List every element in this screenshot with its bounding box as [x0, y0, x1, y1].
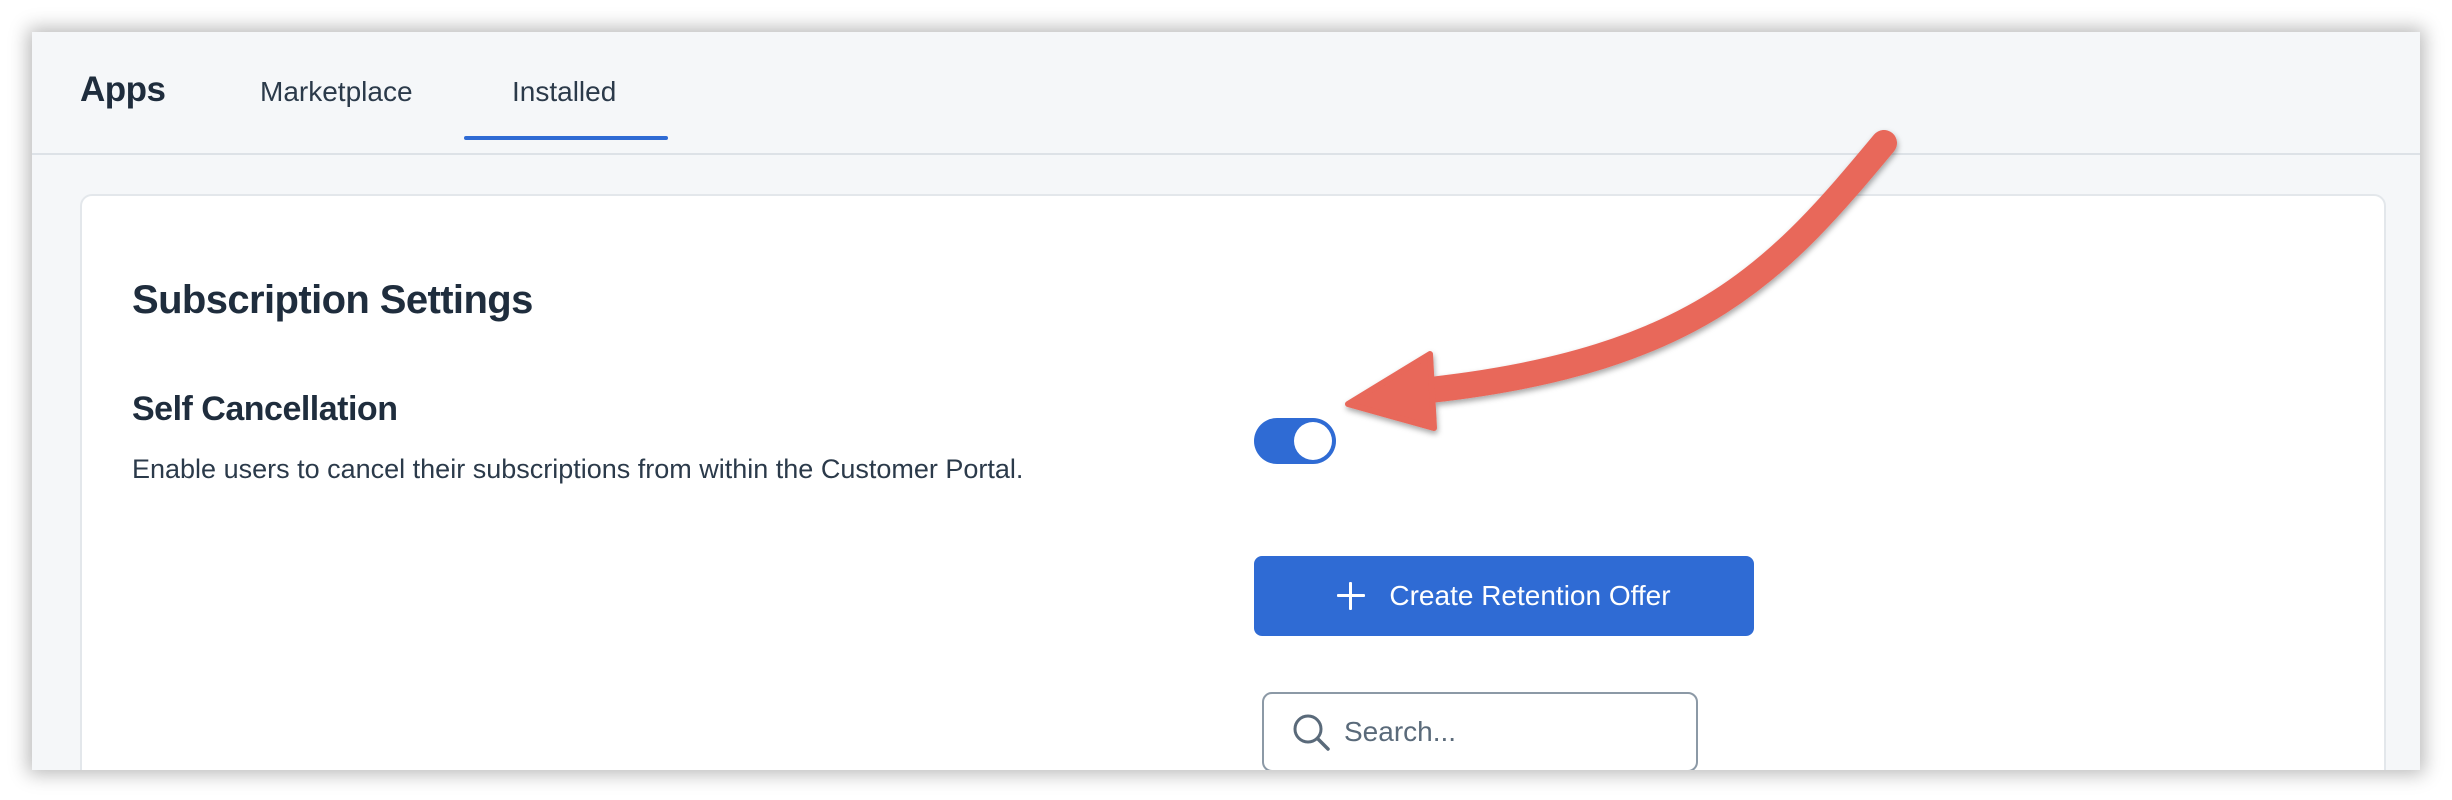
self-cancellation-title: Self Cancellation [132, 390, 398, 428]
self-cancellation-description: Enable users to cancel their subscriptio… [132, 454, 1024, 484]
search-icon [1293, 714, 1330, 751]
create-retention-offer-button[interactable]: Create Retention Offer [1254, 556, 1754, 636]
self-cancellation-toggle[interactable] [1254, 418, 1336, 464]
top-navigation: Apps Marketplace Installed [32, 32, 2420, 155]
plus-icon [1337, 582, 1366, 610]
tab-marketplace[interactable]: Marketplace [260, 76, 413, 108]
app-title: Apps [80, 70, 166, 109]
active-tab-indicator [464, 136, 668, 140]
app-window: Apps Marketplace Installed Subscription … [32, 32, 2420, 770]
search-input[interactable] [1344, 716, 1664, 748]
search-box[interactable] [1262, 692, 1698, 770]
toggle-knob [1294, 422, 1332, 460]
create-retention-offer-label: Create Retention Offer [1389, 580, 1671, 611]
tab-installed[interactable]: Installed [512, 76, 616, 108]
page-title: Subscription Settings [132, 278, 533, 322]
subscription-settings-card: Subscription Settings Self Cancellation … [80, 194, 2386, 770]
